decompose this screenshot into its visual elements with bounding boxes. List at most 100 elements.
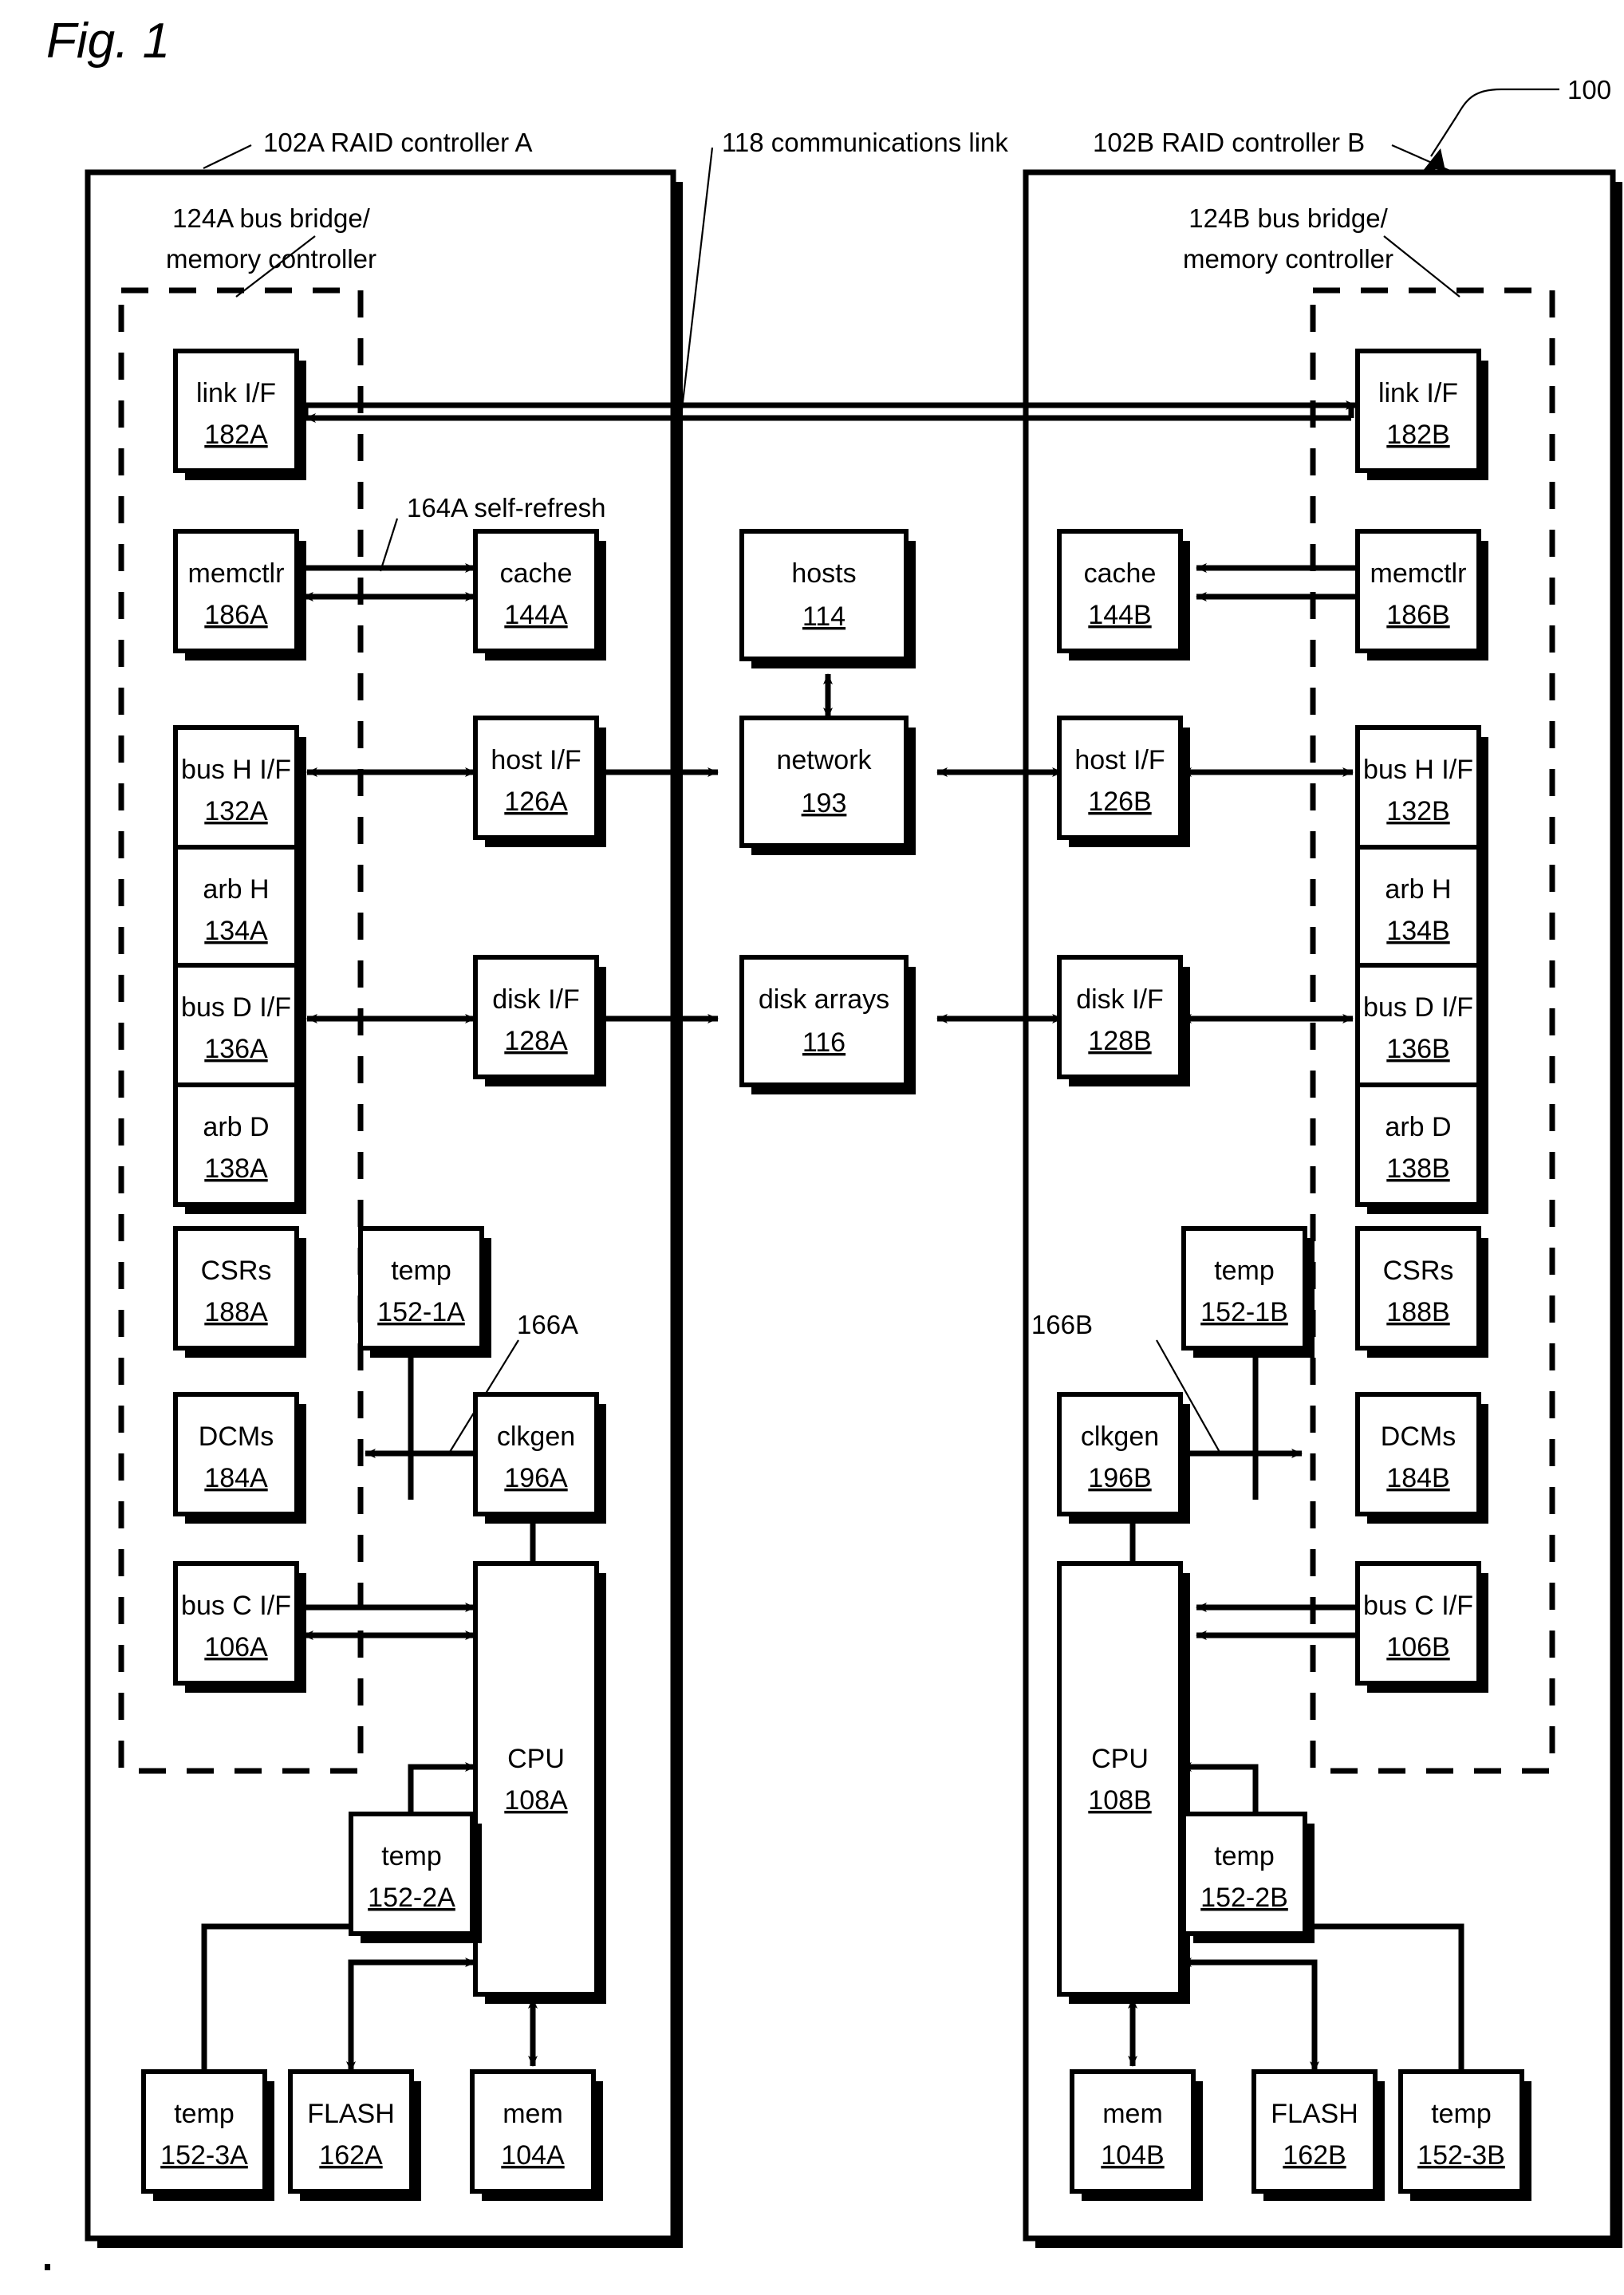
block-dcms-a[interactable]: DCMs 184A [173,1392,306,1524]
block-arb-h-a-ref: 134A [204,916,268,946]
block-cpu-b[interactable]: CPU 108B [1057,1561,1190,2004]
block-bus-h-a-stack[interactable]: bus H I/F 132A arb H 134A [173,725,306,976]
page-dot-artifact [45,2264,50,2270]
controller-b-callout: 102B RAID controller B [1093,128,1453,173]
block-host-if-b-ref: 126B [1088,787,1151,817]
block-dcms-b-label: DCMs [1381,1422,1456,1452]
block-clkgen-a[interactable]: clkgen 196A [473,1392,606,1524]
block-flash-a[interactable]: FLASH 162A [288,2069,421,2201]
bus-bridge-b-label-line2: memory controller [1183,244,1393,274]
block-bus-d-b-stack[interactable]: bus D I/F 136B arb D 138B [1355,963,1488,1214]
block-disk-arrays-label: disk arrays [759,984,889,1015]
block-flash-b-label: FLASH [1271,2099,1358,2129]
block-host-if-a[interactable]: host I/F 126A [473,716,606,847]
block-cpu-a[interactable]: CPU 108A [473,1561,606,2004]
block-link-if-a[interactable]: link I/F 182A [173,349,306,480]
block-arb-h-b-ref: 134B [1386,916,1449,946]
block-bus-d-a-stack[interactable]: bus D I/F 136A arb D 138A [173,963,306,1214]
block-bus-h-if-b-ref: 132B [1386,796,1449,826]
block-mem-a[interactable]: mem 104A [470,2069,603,2201]
block-link-if-b-label: link I/F [1378,378,1458,408]
block-clkgen-a-label: clkgen [497,1422,575,1452]
block-bus-d-if-b-ref: 136B [1386,1034,1449,1064]
block-arb-h-b-label: arb H [1385,874,1451,905]
block-csrs-a[interactable]: CSRs 188A [173,1226,306,1358]
block-disk-if-b-ref: 128B [1088,1026,1151,1056]
block-bus-h-b-stack[interactable]: bus H I/F 132B arb H 134B [1355,725,1488,976]
block-arb-d-b-label: arb D [1385,1112,1451,1142]
block-temp-1a-ref: 152-1A [377,1297,465,1327]
block-temp-1a[interactable]: temp 152-1A [358,1226,491,1358]
block-network[interactable]: network 193 [739,716,916,855]
block-temp-2b[interactable]: temp 152-2B [1181,1812,1315,1943]
block-disk-if-a[interactable]: disk I/F 128A [473,955,606,1086]
block-cache-b-label: cache [1084,558,1157,589]
block-link-if-a-ref: 182A [204,420,268,450]
block-memctlr-b[interactable]: memctlr 186B [1355,529,1488,661]
block-disk-arrays-ref: 116 [802,1027,846,1058]
block-temp-3b[interactable]: temp 152-3B [1398,2069,1531,2201]
clkgen-a-ref-label: 166A [517,1310,578,1339]
block-bus-c-if-a-ref: 106A [204,1632,268,1662]
block-csrs-b[interactable]: CSRs 188B [1355,1226,1488,1358]
block-temp-1b[interactable]: temp 152-1B [1181,1226,1315,1358]
block-mem-b-label: mem [1102,2099,1163,2129]
block-temp-2a[interactable]: temp 152-2A [349,1812,482,1943]
block-link-if-b[interactable]: link I/F 182B [1355,349,1488,480]
block-clkgen-b-label: clkgen [1081,1422,1159,1452]
block-mem-b[interactable]: mem 104B [1070,2069,1203,2201]
block-disk-if-b[interactable]: disk I/F 128B [1057,955,1190,1086]
block-temp-3b-label: temp [1431,2099,1492,2129]
block-link-if-a-label: link I/F [196,378,276,408]
block-cache-a[interactable]: cache 144A [473,529,606,661]
block-link-if-b-ref: 182B [1386,420,1449,450]
system-ref-callout: 100 [1417,75,1611,179]
controller-a-callout: 102A RAID controller A [203,128,533,169]
block-flash-b[interactable]: FLASH 162B [1252,2069,1385,2201]
block-cache-a-label: cache [500,558,573,589]
block-temp-1b-label: temp [1214,1256,1275,1286]
controller-a-label: 102A RAID controller A [263,128,533,157]
block-temp-2b-ref: 152-2B [1200,1883,1288,1913]
block-bus-h-if-a-ref: 132A [204,796,268,826]
block-cpu-a-label: CPU [507,1744,565,1774]
block-bus-h-if-a-label: bus H I/F [181,755,291,785]
block-disk-arrays[interactable]: disk arrays 116 [739,955,916,1094]
block-arb-d-a-ref: 138A [204,1153,268,1184]
block-cpu-b-ref: 108B [1088,1785,1151,1816]
block-host-if-a-ref: 126A [504,787,568,817]
block-cpu-a-ref: 108A [504,1785,568,1816]
block-flash-a-label: FLASH [307,2099,395,2129]
block-host-if-b-label: host I/F [1074,745,1165,775]
block-cache-b[interactable]: cache 144B [1057,529,1190,661]
block-temp-3a[interactable]: temp 152-3A [141,2069,274,2201]
block-clkgen-b[interactable]: clkgen 196B [1057,1392,1190,1524]
block-mem-b-ref: 104B [1101,2140,1164,2171]
block-temp-1b-ref: 152-1B [1200,1297,1288,1327]
block-memctlr-a[interactable]: memctlr 186A [173,529,306,661]
figure-title: Fig. 1 [46,14,170,69]
block-bus-d-if-b-label: bus D I/F [1363,992,1473,1023]
block-csrs-a-ref: 188A [204,1297,268,1327]
block-network-label: network [776,745,872,775]
block-bus-c-if-a[interactable]: bus C I/F 106A [173,1561,306,1693]
block-dcms-b[interactable]: DCMs 184B [1355,1392,1488,1524]
block-mem-a-label: mem [503,2099,563,2129]
block-disk-if-a-ref: 128A [504,1026,568,1056]
block-bus-c-if-b[interactable]: bus C I/F 106B [1355,1561,1488,1693]
block-host-if-b[interactable]: host I/F 126B [1057,716,1190,847]
block-temp-2a-ref: 152-2A [368,1883,455,1913]
patent-figure-canvas: Fig. 1 100 102A RAID controller A 102B R… [45,14,1622,2270]
block-temp-1a-label: temp [391,1256,451,1286]
block-csrs-b-ref: 188B [1386,1297,1449,1327]
block-dcms-a-label: DCMs [199,1422,274,1452]
block-temp-3a-label: temp [174,2099,235,2129]
block-arb-h-a-label: arb H [203,874,269,905]
block-temp-3b-ref: 152-3B [1417,2140,1505,2171]
bus-bridge-b-label-line1: 124B bus bridge/ [1188,203,1388,233]
block-hosts[interactable]: hosts 114 [739,529,916,668]
block-memctlr-a-ref: 186A [204,600,268,630]
figure-root: Fig. 1 100 102A RAID controller A 102B R… [0,0,1624,2295]
block-bus-c-if-b-ref: 106B [1386,1632,1449,1662]
block-cache-b-ref: 144B [1088,600,1151,630]
